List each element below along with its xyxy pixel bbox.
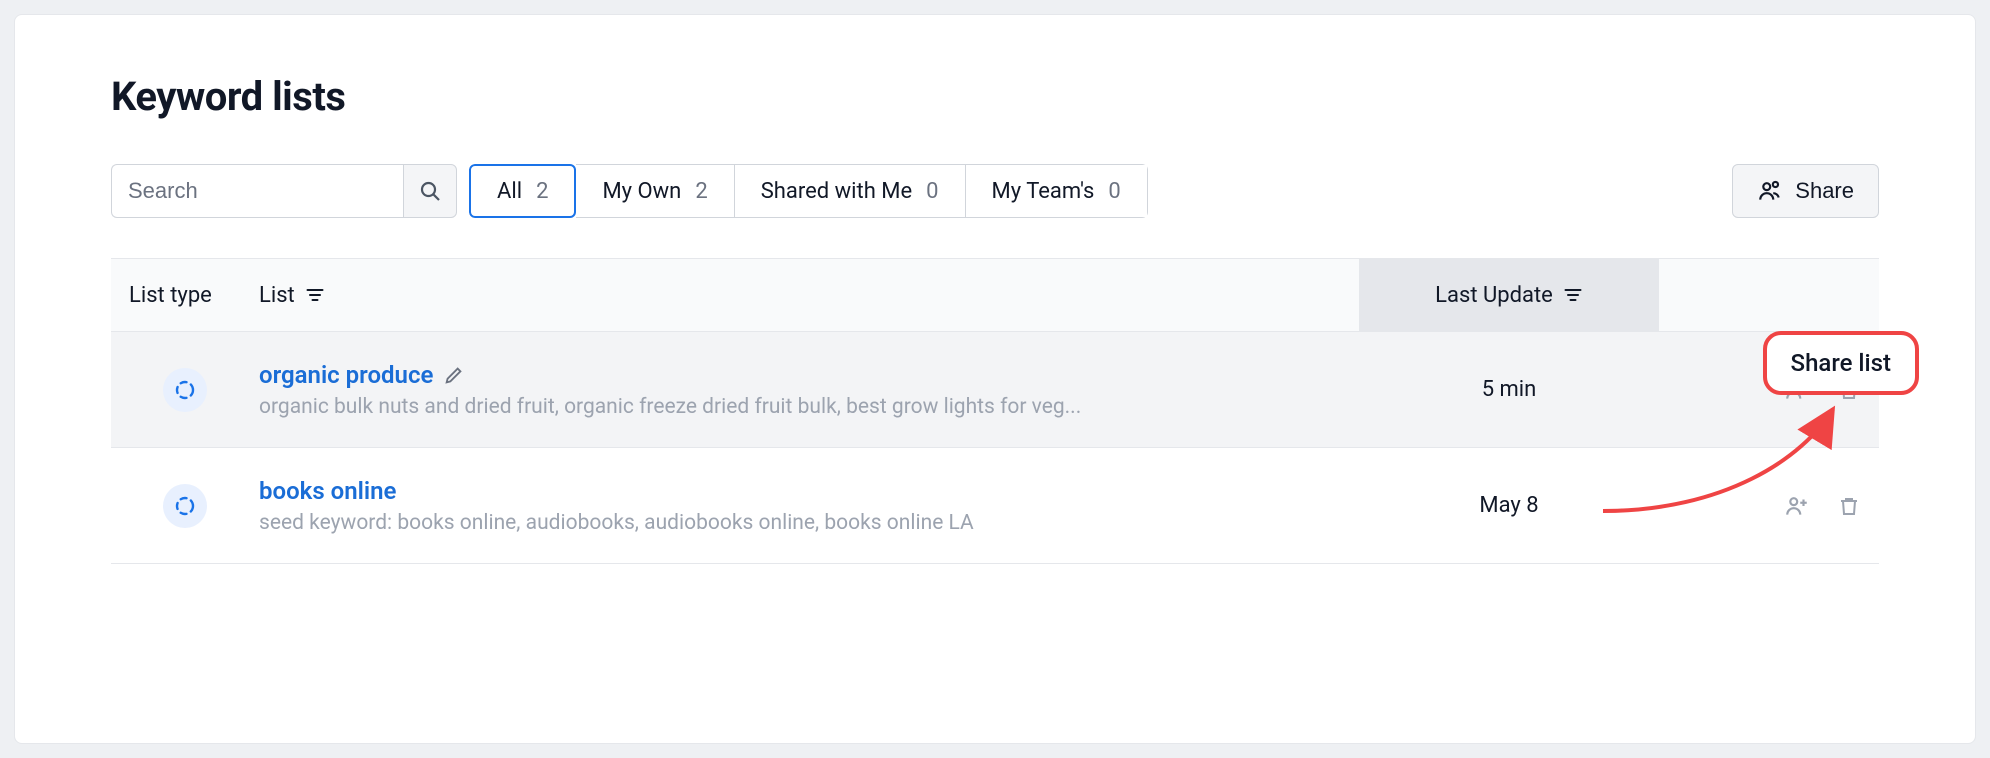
list-name-link[interactable]: organic produce <box>259 361 465 389</box>
search-button[interactable] <box>403 164 457 218</box>
list-description: organic bulk nuts and dried fruit, organ… <box>259 395 1179 419</box>
sort-icon <box>305 285 325 305</box>
filter-label: My Own <box>602 179 681 204</box>
list-name-text: organic produce <box>259 361 433 389</box>
search-icon <box>418 179 442 203</box>
search-field <box>111 164 457 218</box>
list-type-icon <box>163 368 207 412</box>
filter-tabs: All 2 My Own 2 Shared with Me 0 My Team'… <box>469 164 1148 218</box>
list-name-link[interactable]: books online <box>259 477 396 505</box>
filter-count: 2 <box>695 179 707 204</box>
sort-icon <box>1563 285 1583 305</box>
filter-my-own[interactable]: My Own 2 <box>576 164 734 218</box>
edit-icon[interactable] <box>443 364 465 386</box>
keyword-lists-panel: Keyword lists All 2 My O <box>14 14 1976 744</box>
share-button[interactable]: Share <box>1732 164 1879 218</box>
list-type-icon <box>163 484 207 528</box>
page-title: Keyword lists <box>111 73 1879 120</box>
filter-bar: All 2 My Own 2 Shared with Me 0 My Team'… <box>111 164 1879 218</box>
filter-label: Shared with Me <box>761 179 912 204</box>
column-header-list[interactable]: List <box>259 283 1359 308</box>
filter-shared-with-me[interactable]: Shared with Me 0 <box>735 164 966 218</box>
column-header-update-label: Last Update <box>1435 283 1553 308</box>
filter-count: 0 <box>926 179 938 204</box>
column-header-type[interactable]: List type <box>111 283 259 308</box>
table-header: List type List Last Update <box>111 258 1879 332</box>
filter-my-teams[interactable]: My Team's 0 <box>966 164 1148 218</box>
column-header-last-update[interactable]: Last Update <box>1359 259 1659 331</box>
table-row: organic produce organic bulk nuts and dr… <box>111 332 1879 448</box>
share-button-label: Share <box>1795 178 1854 204</box>
list-name-text: books online <box>259 477 396 505</box>
annotation-tooltip: Share list <box>1763 331 1919 395</box>
last-update-value: 5 min <box>1359 377 1659 402</box>
filter-count: 2 <box>536 179 548 204</box>
users-icon <box>1757 178 1783 204</box>
list-description: seed keyword: books online, audiobooks, … <box>259 511 1179 535</box>
filter-label: My Team's <box>992 179 1095 204</box>
filter-label: All <box>497 179 522 204</box>
filter-count: 0 <box>1108 179 1120 204</box>
filter-all[interactable]: All 2 <box>469 164 576 218</box>
column-header-list-label: List <box>259 283 295 308</box>
annotation-arrow <box>1603 439 1863 559</box>
search-input[interactable] <box>111 164 403 218</box>
